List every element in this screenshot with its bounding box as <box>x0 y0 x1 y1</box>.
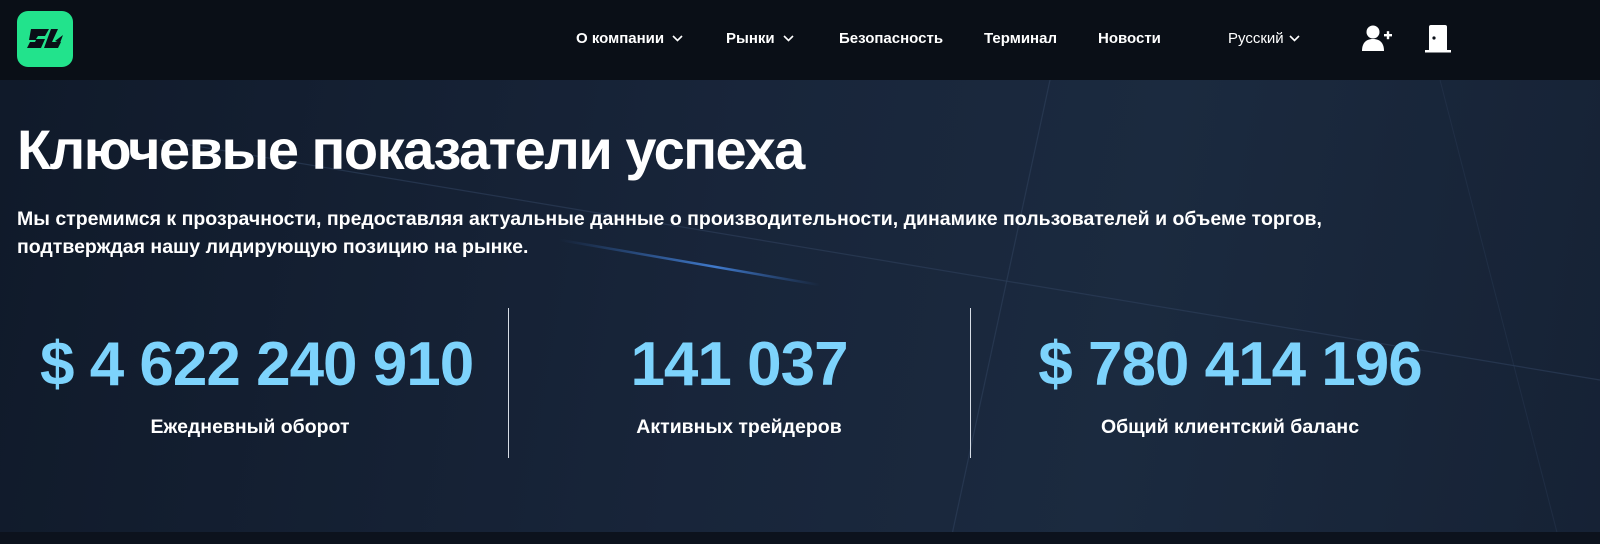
language-label: Русский <box>1228 30 1284 47</box>
nav-item-company[interactable]: О компании <box>576 30 683 47</box>
page-title: Ключевые показатели успеха <box>17 118 805 181</box>
nav-label: Безопасность <box>839 30 944 47</box>
nav-label: О компании <box>576 30 665 47</box>
stat-label: Ежедневный оборот <box>150 416 350 438</box>
nav-item-markets[interactable]: Рынки <box>726 30 794 47</box>
site-header: О компании Рынки Безопасность Терминал Н… <box>0 0 1600 80</box>
nav-label: Новости <box>1098 30 1161 47</box>
nav-label: Рынки <box>726 30 775 47</box>
section-bottom-edge <box>0 532 1600 544</box>
chevron-down-icon <box>1289 35 1300 42</box>
login-button[interactable] <box>1421 21 1455 55</box>
nav-label: Терминал <box>984 30 1057 47</box>
stat-value: $ 780 414 196 <box>1038 330 1423 399</box>
stat-label: Активных трейдеров <box>636 416 842 438</box>
stat-active-traders: 141 037 Активных трейдеров <box>529 330 949 439</box>
nav-item-terminal[interactable]: Терминал <box>984 30 1057 47</box>
language-selector[interactable]: Русский <box>1228 30 1300 47</box>
chevron-down-icon <box>783 35 794 42</box>
register-button[interactable] <box>1360 21 1394 55</box>
nav-item-security[interactable]: Безопасность <box>839 30 943 47</box>
stat-divider <box>970 308 971 458</box>
add-user-icon <box>1362 25 1392 51</box>
stat-value: $ 4 622 240 910 <box>40 330 474 399</box>
stat-divider <box>508 308 509 458</box>
stats-section: Ключевые показатели успеха Мы стремимся … <box>0 80 1600 544</box>
stat-client-balance: $ 780 414 196 Общий клиентский баланс <box>1020 330 1440 439</box>
chevron-down-icon <box>672 35 683 42</box>
door-icon <box>1425 25 1451 53</box>
page-subtitle: Мы стремимся к прозрачности, предоставля… <box>17 208 1322 258</box>
nav-item-news[interactable]: Новости <box>1098 30 1161 47</box>
logo-icon <box>27 29 63 48</box>
stat-label: Общий клиентский баланс <box>1100 416 1360 438</box>
stat-value: 141 037 <box>630 330 848 399</box>
stat-daily-turnover: $ 4 622 240 910 Ежедневный оборот <box>40 330 474 439</box>
logo[interactable] <box>17 11 73 67</box>
